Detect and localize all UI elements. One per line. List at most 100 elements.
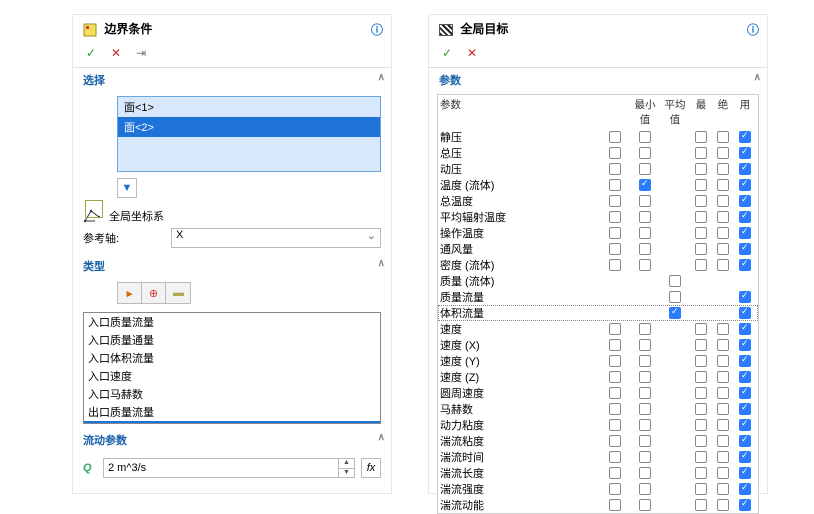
checkbox[interactable] — [739, 387, 751, 399]
checkbox[interactable] — [717, 243, 729, 255]
checkbox[interactable] — [609, 243, 621, 255]
checkbox[interactable] — [695, 131, 707, 143]
checkbox[interactable] — [609, 435, 621, 447]
checkbox[interactable] — [609, 211, 621, 223]
face-item[interactable]: 面<2> — [118, 117, 380, 137]
checkbox[interactable] — [717, 467, 729, 479]
checkbox[interactable] — [695, 243, 707, 255]
checkbox[interactable] — [639, 131, 651, 143]
type-item[interactable]: 入口体积流量 — [84, 349, 380, 367]
checkbox[interactable] — [695, 227, 707, 239]
checkbox[interactable] — [639, 339, 651, 351]
type-item[interactable]: 出口体积流量 — [84, 421, 380, 424]
checkbox[interactable] — [609, 499, 621, 511]
checkbox[interactable] — [639, 435, 651, 447]
checkbox[interactable] — [739, 419, 751, 431]
checkbox[interactable] — [609, 227, 621, 239]
checkbox[interactable] — [717, 147, 729, 159]
cancel-button[interactable]: ✕ — [464, 45, 480, 61]
checkbox[interactable] — [609, 355, 621, 367]
face-item[interactable]: 面<1> — [118, 97, 380, 117]
checkbox[interactable] — [639, 403, 651, 415]
checkbox[interactable] — [739, 323, 751, 335]
checkbox[interactable] — [695, 179, 707, 191]
checkbox[interactable] — [639, 419, 651, 431]
checkbox[interactable] — [669, 275, 681, 287]
checkbox[interactable] — [717, 227, 729, 239]
checkbox[interactable] — [717, 355, 729, 367]
checkbox[interactable] — [739, 147, 751, 159]
checkbox[interactable] — [717, 483, 729, 495]
checkbox[interactable] — [695, 147, 707, 159]
type-mode-pressure-icon[interactable]: ⊕ — [142, 283, 166, 303]
checkbox[interactable] — [739, 499, 751, 511]
checkbox[interactable] — [609, 163, 621, 175]
type-item[interactable]: 入口质量通量 — [84, 331, 380, 349]
checkbox[interactable] — [695, 483, 707, 495]
checkbox[interactable] — [695, 499, 707, 511]
checkbox[interactable] — [695, 371, 707, 383]
q-spinner[interactable]: ▲▼ — [338, 459, 354, 477]
face-selection-list[interactable]: 面<1>面<2> — [117, 96, 381, 172]
checkbox[interactable] — [717, 435, 729, 447]
checkbox[interactable] — [739, 355, 751, 367]
checkbox[interactable] — [639, 323, 651, 335]
help-icon[interactable]: ⓘ — [747, 21, 759, 38]
checkbox[interactable] — [717, 131, 729, 143]
checkbox[interactable] — [739, 211, 751, 223]
pin-button[interactable]: ⇥ — [133, 45, 149, 61]
checkbox[interactable] — [739, 451, 751, 463]
checkbox[interactable] — [717, 419, 729, 431]
cancel-button[interactable]: ✕ — [108, 45, 124, 61]
checkbox[interactable] — [695, 387, 707, 399]
checkbox[interactable] — [609, 371, 621, 383]
fx-button[interactable]: fx — [361, 458, 381, 478]
checkbox[interactable] — [739, 339, 751, 351]
checkbox[interactable] — [739, 195, 751, 207]
checkbox[interactable] — [695, 451, 707, 463]
checkbox[interactable] — [609, 483, 621, 495]
checkbox[interactable] — [639, 195, 651, 207]
param-table[interactable]: 参数 最小值 平均值 最 绝 用 静压总压动压温度 (流体)总温度平均辐射温度操… — [437, 94, 759, 514]
checkbox[interactable] — [639, 451, 651, 463]
checkbox[interactable] — [717, 195, 729, 207]
checkbox[interactable] — [739, 131, 751, 143]
checkbox[interactable] — [669, 291, 681, 303]
checkbox[interactable] — [695, 163, 707, 175]
checkbox[interactable] — [717, 499, 729, 511]
collapse-icon[interactable]: ∧ — [378, 72, 385, 83]
type-mode-wall-icon[interactable]: ▬ — [166, 283, 190, 303]
checkbox[interactable] — [739, 467, 751, 479]
type-item[interactable]: 入口马赫数 — [84, 385, 380, 403]
checkbox[interactable] — [609, 259, 621, 271]
checkbox[interactable] — [739, 435, 751, 447]
checkbox[interactable] — [695, 419, 707, 431]
checkbox[interactable] — [695, 467, 707, 479]
type-item[interactable]: 出口质量流量 — [84, 403, 380, 421]
checkbox[interactable] — [717, 371, 729, 383]
checkbox[interactable] — [669, 307, 681, 319]
type-list[interactable]: 入口质量流量入口质量通量入口体积流量入口速度入口马赫数出口质量流量出口体积流量出… — [83, 312, 381, 424]
checkbox[interactable] — [739, 243, 751, 255]
collapse-icon[interactable]: ∧ — [378, 258, 385, 269]
checkbox[interactable] — [609, 179, 621, 191]
checkbox[interactable] — [639, 259, 651, 271]
checkbox[interactable] — [739, 163, 751, 175]
checkbox[interactable] — [695, 403, 707, 415]
checkbox[interactable] — [609, 467, 621, 479]
checkbox[interactable] — [717, 451, 729, 463]
collapse-icon[interactable]: ∧ — [378, 432, 385, 443]
checkbox[interactable] — [639, 179, 651, 191]
checkbox[interactable] — [609, 131, 621, 143]
checkbox[interactable] — [609, 147, 621, 159]
q-input[interactable] — [104, 459, 338, 477]
checkbox[interactable] — [609, 339, 621, 351]
checkbox[interactable] — [695, 323, 707, 335]
checkbox[interactable] — [609, 323, 621, 335]
checkbox[interactable] — [639, 467, 651, 479]
ok-button[interactable]: ✓ — [83, 45, 99, 61]
checkbox[interactable] — [639, 355, 651, 367]
checkbox[interactable] — [639, 499, 651, 511]
checkbox[interactable] — [639, 211, 651, 223]
checkbox[interactable] — [695, 355, 707, 367]
